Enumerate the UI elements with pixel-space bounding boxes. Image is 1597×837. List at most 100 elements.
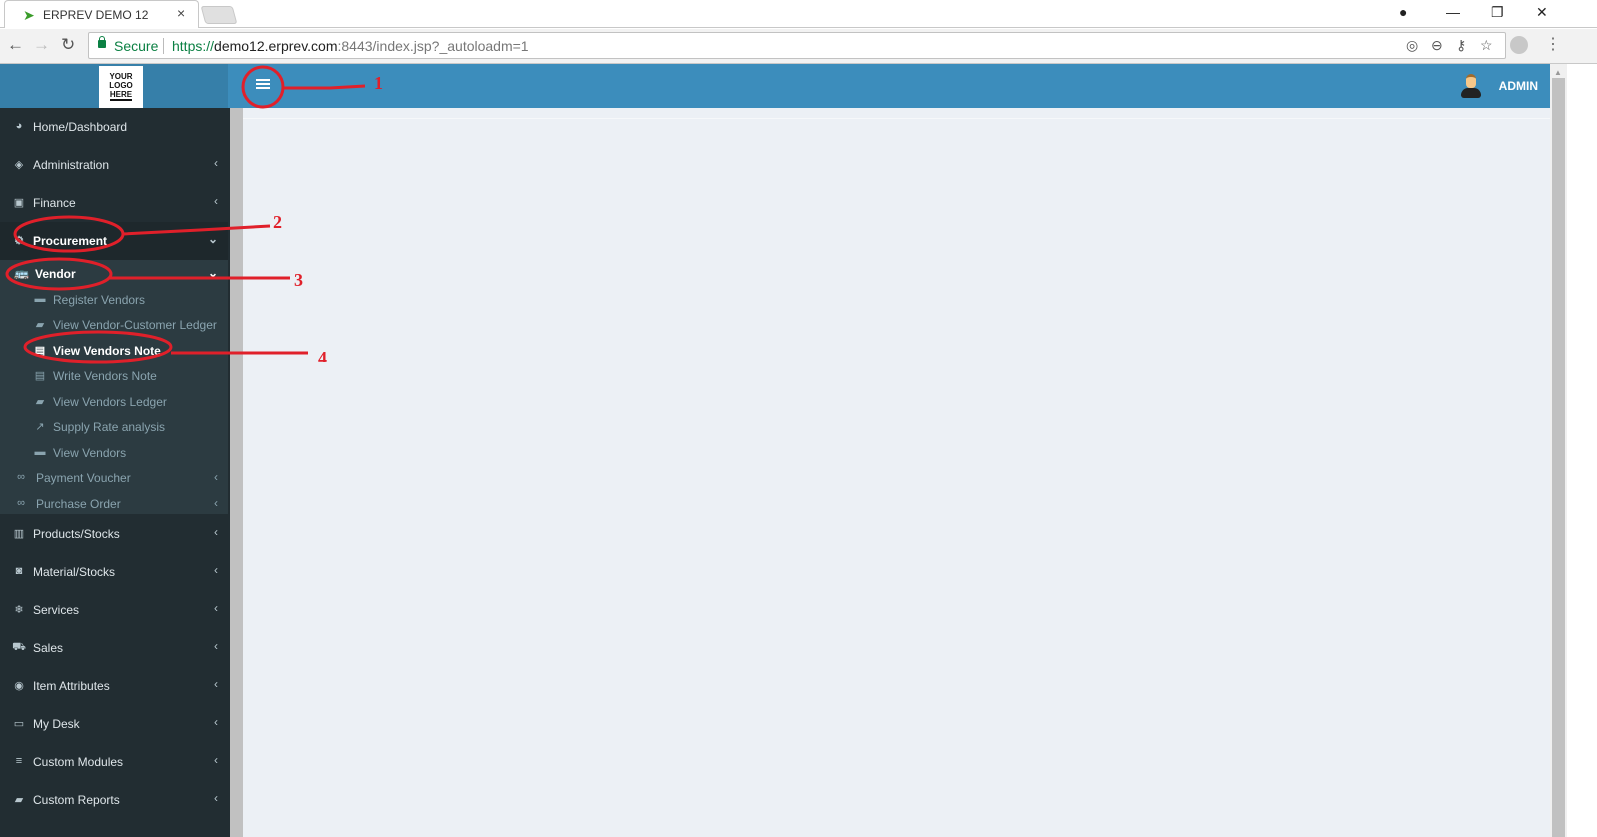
file-text-icon: ▤: [34, 345, 46, 357]
extension-icon[interactable]: [1510, 36, 1528, 54]
company-logo[interactable]: YOUR LOGO HERE: [99, 66, 143, 108]
sidebar-item-my-desk[interactable]: ▭ My Desk ‹: [0, 705, 228, 743]
sidebar-item-label: Products/Stocks: [33, 527, 120, 541]
url-path: :8443/index.jsp?_autoloadm=1: [337, 38, 529, 54]
sidebar-item-custom-reports[interactable]: ▰ Custom Reports ‹: [0, 781, 228, 819]
sidebar-item-procurement[interactable]: ⚙ Procurement ⌄: [0, 222, 228, 260]
forward-button[interactable]: →: [33, 35, 50, 55]
sidebar-item-finance[interactable]: ▣ Finance ‹: [0, 184, 228, 222]
sidebar-item-label: Finance: [33, 196, 76, 210]
desktop-icon: ▭: [13, 718, 25, 730]
book-icon: ▰: [35, 319, 45, 331]
submenu-item-register-vendors[interactable]: ▬ Register Vendors: [0, 288, 228, 313]
chevron-left-icon: ‹: [214, 525, 218, 539]
submenu-item-label: View Vendor-Customer Ledger: [53, 318, 217, 332]
zoom-out-icon[interactable]: ⊖: [1431, 37, 1443, 54]
bus-icon: 🚌: [14, 266, 29, 280]
submenu-item-label: Register Vendors: [53, 293, 146, 307]
address-separator: [163, 38, 164, 54]
scrollbar-thumb[interactable]: [1552, 78, 1565, 837]
url-host: demo12.erprev.com: [214, 38, 338, 54]
submenu-item-label: View Vendors Ledger: [53, 395, 167, 409]
chevron-left-icon: ‹: [214, 715, 218, 729]
chevron-left-icon: ‹: [214, 563, 218, 577]
logo-area: YOUR LOGO HERE: [0, 64, 228, 108]
close-window-button[interactable]: ✕: [1536, 4, 1548, 21]
location-icon[interactable]: ◎: [1406, 37, 1418, 54]
bus-icon: ▬: [34, 446, 46, 458]
book-icon: ▰: [14, 794, 24, 806]
sidebar-toggle-hamburger-icon[interactable]: [256, 79, 270, 91]
new-tab-button[interactable]: [200, 6, 238, 24]
submenu-item-view-vendor-customer-ledger[interactable]: ▰ View Vendor-Customer Ledger: [0, 313, 228, 338]
submenu-item-label: Vendor: [35, 267, 76, 281]
user-name: ADMIN: [1498, 79, 1538, 93]
sidebar-item-services[interactable]: ❄ Services ‹: [0, 591, 228, 629]
address-bar[interactable]: Secure https://demo12.erprev.com:8443/in…: [88, 32, 1506, 59]
sidebar-scrollbar[interactable]: [230, 108, 243, 837]
sidebar-item-sales[interactable]: ⛟ Sales ‹: [0, 629, 228, 667]
annotation-label-4: 4: [318, 348, 327, 362]
bookmark-star-icon[interactable]: ☆: [1480, 37, 1493, 54]
chevron-left-icon: ‹: [214, 753, 218, 767]
annotation-label-1: 1: [374, 73, 383, 93]
money-icon: ▣: [13, 197, 25, 209]
chevron-left-icon: ‹: [214, 791, 218, 805]
sidebar-item-products-stocks[interactable]: ▥ Products/Stocks ‹: [0, 515, 228, 553]
browser-tab[interactable]: ➤ ERPREV DEMO 12 ×: [4, 0, 199, 28]
submenu-item-label: Payment Voucher: [36, 471, 131, 485]
user-avatar-icon: [1460, 74, 1481, 98]
bus-icon: ▬: [34, 293, 46, 305]
submenu-item-label: View Vendors Note: [53, 344, 161, 358]
browser-menu-icon[interactable]: ⋮: [1545, 34, 1561, 54]
submenu-item-vendor[interactable]: 🚌 Vendor ⌄: [0, 260, 228, 288]
trash-bin-icon: ◙: [15, 565, 23, 577]
sidebar-item-label: Procurement: [33, 234, 108, 248]
annotation-label-2: 2: [273, 212, 282, 232]
line-chart-icon: ↗: [35, 421, 45, 433]
chevron-left-icon: ‹: [214, 156, 218, 170]
sidebar-item-home-dashboard[interactable]: ◕ Home/Dashboard: [0, 108, 228, 146]
sidebar-item-material-stocks[interactable]: ◙ Material/Stocks ‹: [0, 553, 228, 591]
restore-button[interactable]: ❐: [1491, 4, 1504, 21]
user-menu[interactable]: ADMIN: [1460, 74, 1538, 98]
sidebar-item-custom-modules[interactable]: ≡ Custom Modules ‹: [0, 743, 228, 781]
profile-icon[interactable]: ●: [1399, 4, 1407, 20]
url-scheme: https://: [172, 38, 215, 54]
submenu-item-supply-rate-analysis[interactable]: ↗ Supply Rate analysis: [0, 415, 228, 440]
sidebar-item-label: Custom Reports: [33, 793, 120, 807]
sidebar-item-label: Sales: [33, 641, 64, 655]
scroll-up-arrow-icon[interactable]: ▲: [1554, 68, 1562, 77]
procurement-submenu: 🚌 Vendor ⌄ ▬ Register Vendors ▰ View Ven…: [0, 260, 228, 514]
submenu-item-view-vendors[interactable]: ▬ View Vendors: [0, 441, 228, 466]
back-button[interactable]: ←: [7, 35, 24, 55]
sidebar-item-item-attributes[interactable]: ◉ Item Attributes ‹: [0, 667, 228, 705]
submenu-item-view-vendors-ledger[interactable]: ▰ View Vendors Ledger: [0, 390, 228, 415]
reload-button[interactable]: ↻: [61, 35, 75, 55]
chevron-left-icon: ‹: [214, 470, 218, 484]
logo-line: YOUR: [109, 72, 133, 81]
snowflake-icon: ❄: [14, 604, 24, 616]
submenu-item-view-vendors-note[interactable]: ▤ View Vendors Note: [0, 339, 228, 364]
key-icon[interactable]: ⚷: [1456, 37, 1466, 54]
url-text[interactable]: https://demo12.erprev.com:8443/index.jsp…: [172, 38, 529, 54]
page-scrollbar[interactable]: ▲: [1550, 64, 1567, 837]
chevron-down-icon: ⌄: [207, 232, 218, 246]
chevron-left-icon: ‹: [214, 496, 218, 510]
browser-tab-bar: ➤ ERPREV DEMO 12 × ● — ❐ ✕: [0, 0, 1597, 28]
chevron-down-icon: ⌄: [207, 266, 218, 280]
minimize-button[interactable]: —: [1446, 4, 1460, 20]
link-icon: ∞: [17, 471, 25, 483]
ticket-icon: ◈: [14, 159, 24, 171]
tab-close-icon[interactable]: ×: [177, 5, 185, 21]
sidebar-item-label: Administration: [33, 158, 110, 172]
submenu-item-purchase-order[interactable]: ∞ Purchase Order ‹: [0, 492, 228, 517]
sidebar-item-administration[interactable]: ◈ Administration ‹: [0, 146, 228, 184]
procurement-icon: ⚙: [14, 235, 24, 247]
erprev-favicon-icon: ➤: [23, 7, 35, 23]
submenu-item-payment-voucher[interactable]: ∞ Payment Voucher ‹: [0, 466, 228, 491]
submenu-item-write-vendors-note[interactable]: ▤ Write Vendors Note: [0, 364, 228, 389]
submenu-item-label: View Vendors: [53, 446, 127, 460]
link-icon: ∞: [17, 497, 25, 509]
spotify-like-icon: ◉: [14, 680, 24, 692]
